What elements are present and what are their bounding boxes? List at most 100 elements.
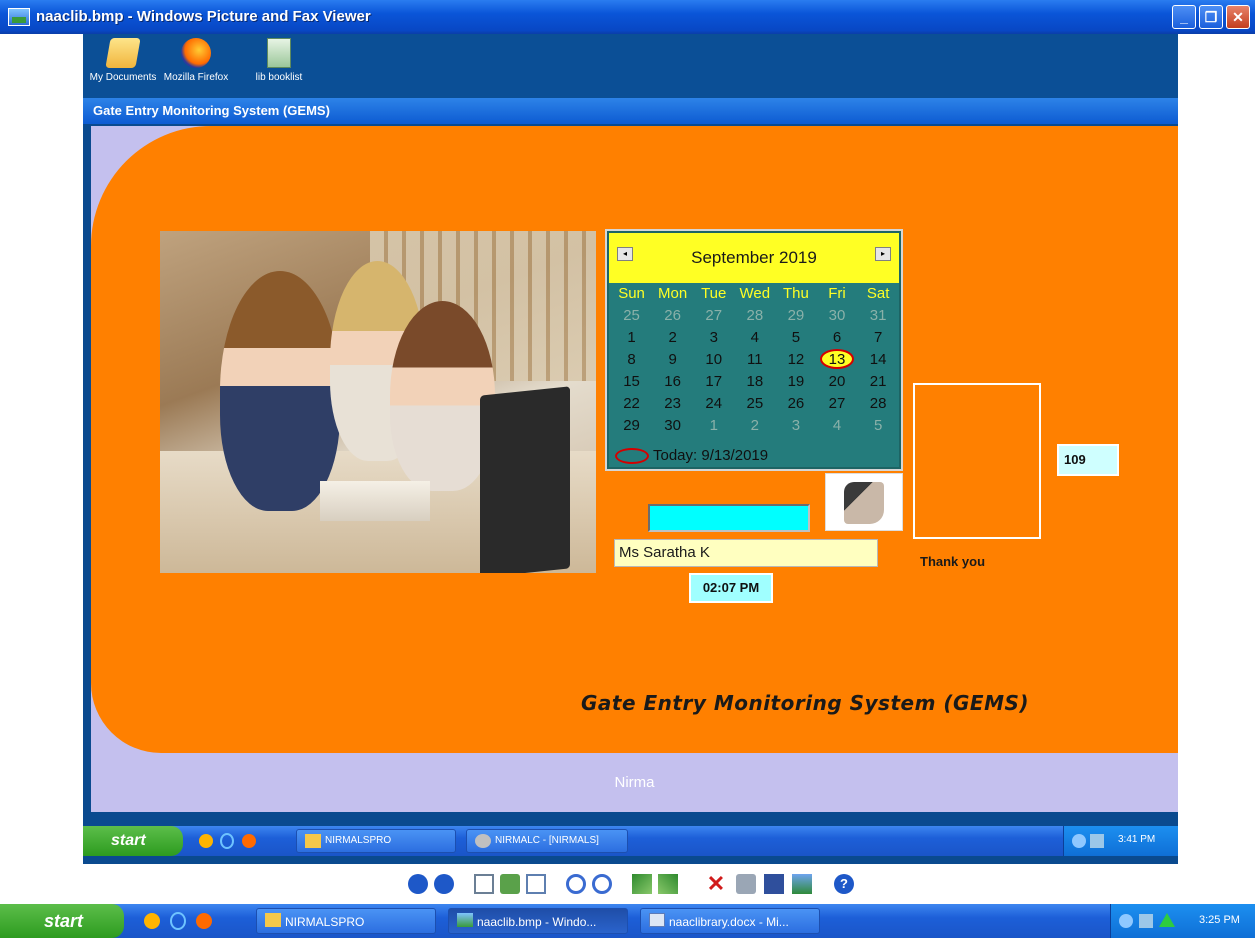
- best-fit-icon[interactable]: [474, 874, 494, 894]
- print-icon[interactable]: [736, 874, 756, 894]
- inner-taskbar-button-nirmalspro[interactable]: NIRMALSPRO: [296, 829, 456, 853]
- google-drive-icon[interactable]: [1159, 913, 1175, 927]
- actual-size-icon[interactable]: [500, 874, 520, 894]
- delete-icon[interactable]: ✕: [706, 873, 726, 895]
- calendar-day[interactable]: 2: [652, 327, 693, 349]
- network-icon[interactable]: [1090, 834, 1104, 848]
- calendar-day[interactable]: 27: [816, 393, 857, 415]
- minimize-button[interactable]: _: [1172, 5, 1196, 29]
- calendar-day[interactable]: 22: [611, 393, 652, 415]
- inner-taskbar-button-nirmalc[interactable]: NIRMALC - [NIRMALS]: [466, 829, 628, 853]
- calendar-day-label: 19: [787, 373, 805, 390]
- app-title-bar: Gate Entry Monitoring System (GEMS): [83, 98, 1178, 124]
- calendar-day[interactable]: 30: [652, 415, 693, 437]
- calendar-day[interactable]: 21: [858, 371, 899, 393]
- weekday-label: Sat: [866, 285, 890, 302]
- calendar-day[interactable]: 28: [858, 393, 899, 415]
- calendar-day[interactable]: 19: [775, 371, 816, 393]
- calendar-grid: Sun Mon Tue Wed Thu Fri Sat 25 26 27 28 29 30…: [611, 283, 899, 437]
- rotate-counterclockwise-icon[interactable]: [658, 874, 678, 894]
- edit-icon[interactable]: [792, 874, 812, 894]
- calendar-day[interactable]: 10: [693, 349, 734, 371]
- calendar-day[interactable]: 12: [775, 349, 816, 371]
- calendar-day-label: 24: [705, 395, 723, 412]
- calendar-day-label: 3: [709, 329, 718, 346]
- calendar-day[interactable]: 27: [693, 305, 734, 327]
- tray-expand-icon[interactable]: [1072, 834, 1086, 848]
- institution-label: Nirma: [614, 774, 655, 791]
- calendar-day[interactable]: 16: [652, 371, 693, 393]
- calendar-day[interactable]: 8: [611, 349, 652, 371]
- calendar-day[interactable]: 5: [858, 415, 899, 437]
- firefox-icon[interactable]: [196, 913, 212, 929]
- restore-button[interactable]: ❐: [1199, 5, 1223, 29]
- calendar-day[interactable]: 4: [816, 415, 857, 437]
- calendar-day[interactable]: 5: [775, 327, 816, 349]
- desktop-icon-firefox[interactable]: Mozilla Firefox: [156, 38, 236, 83]
- calendar-day[interactable]: 7: [858, 327, 899, 349]
- calendar-day[interactable]: 18: [734, 371, 775, 393]
- calendar-day[interactable]: 29: [775, 305, 816, 327]
- calendar-day[interactable]: 13: [816, 349, 857, 371]
- calendar-day[interactable]: 11: [734, 349, 775, 371]
- calendar-next-button[interactable]: ▸: [875, 247, 891, 261]
- calendar-day[interactable]: 1: [693, 415, 734, 437]
- calendar-day[interactable]: 3: [693, 327, 734, 349]
- barcode-scanner-image: [825, 473, 903, 531]
- zoom-in-icon[interactable]: [566, 874, 586, 894]
- calendar-day[interactable]: 4: [734, 327, 775, 349]
- taskbar-button-word-document[interactable]: naaclibrary.docx - Mi...: [640, 908, 820, 934]
- calendar-day[interactable]: 26: [775, 393, 816, 415]
- internet-explorer-icon[interactable]: [220, 833, 234, 849]
- save-icon[interactable]: [764, 874, 784, 894]
- calendar-today[interactable]: Today: 9/13/2019: [615, 447, 768, 465]
- calendar-day-label: 20: [828, 373, 846, 390]
- calendar-day[interactable]: 25: [734, 393, 775, 415]
- close-button[interactable]: ✕: [1226, 5, 1250, 29]
- calendar-day[interactable]: 28: [734, 305, 775, 327]
- barcode-input[interactable]: [648, 504, 810, 532]
- firefox-icon[interactable]: [242, 834, 256, 848]
- taskbar-button-nirmalspro[interactable]: NIRMALSPRO: [256, 908, 436, 934]
- calendar-day[interactable]: 1: [611, 327, 652, 349]
- visitor-count: 109: [1057, 444, 1119, 476]
- calendar-day[interactable]: 25: [611, 305, 652, 327]
- internet-explorer-icon[interactable]: [170, 912, 186, 930]
- window-title-bar[interactable]: naaclib.bmp - Windows Picture and Fax Vi…: [0, 0, 1255, 34]
- slideshow-icon[interactable]: [526, 874, 546, 894]
- desktop-icon-lib-booklist[interactable]: lib booklist: [239, 38, 319, 83]
- calendar-day[interactable]: 26: [652, 305, 693, 327]
- start-button[interactable]: start: [0, 904, 124, 938]
- calendar-day[interactable]: 24: [693, 393, 734, 415]
- network-icon[interactable]: [1139, 914, 1153, 928]
- next-image-icon[interactable]: [434, 874, 454, 894]
- calendar-day-label: 28: [869, 395, 887, 412]
- calendar-day[interactable]: 14: [858, 349, 899, 371]
- calendar-day-label: 25: [623, 307, 640, 324]
- member-name-field[interactable]: Ms Saratha K: [614, 539, 878, 567]
- inner-start-button[interactable]: start: [83, 826, 183, 856]
- rotate-clockwise-icon[interactable]: [632, 874, 652, 894]
- calendar-day[interactable]: 3: [775, 415, 816, 437]
- previous-image-icon[interactable]: [408, 874, 428, 894]
- calendar-day[interactable]: 9: [652, 349, 693, 371]
- calendar-day[interactable]: 2: [734, 415, 775, 437]
- calendar-day[interactable]: 17: [693, 371, 734, 393]
- calendar-day[interactable]: 23: [652, 393, 693, 415]
- calendar-day[interactable]: 15: [611, 371, 652, 393]
- calendar-day-label: 6: [832, 329, 842, 346]
- calendar-day-label: 21: [869, 373, 887, 390]
- calendar-day[interactable]: 20: [816, 371, 857, 393]
- calendar-day[interactable]: 30: [816, 305, 857, 327]
- chrome-icon[interactable]: [199, 834, 213, 848]
- desktop-icon-my-documents[interactable]: My Documents: [83, 38, 163, 83]
- zoom-out-icon[interactable]: [592, 874, 612, 894]
- tray-expand-icon[interactable]: [1119, 914, 1133, 928]
- calendar-day[interactable]: 6: [816, 327, 857, 349]
- help-icon[interactable]: ?: [834, 874, 854, 894]
- calendar[interactable]: ◂ September 2019 ▸ Sun Mon Tue Wed Thu F…: [605, 229, 903, 471]
- taskbar-button-picture-viewer[interactable]: naaclib.bmp - Windo...: [448, 908, 628, 934]
- chrome-icon[interactable]: [144, 913, 160, 929]
- calendar-day[interactable]: 31: [858, 305, 899, 327]
- calendar-day[interactable]: 29: [611, 415, 652, 437]
